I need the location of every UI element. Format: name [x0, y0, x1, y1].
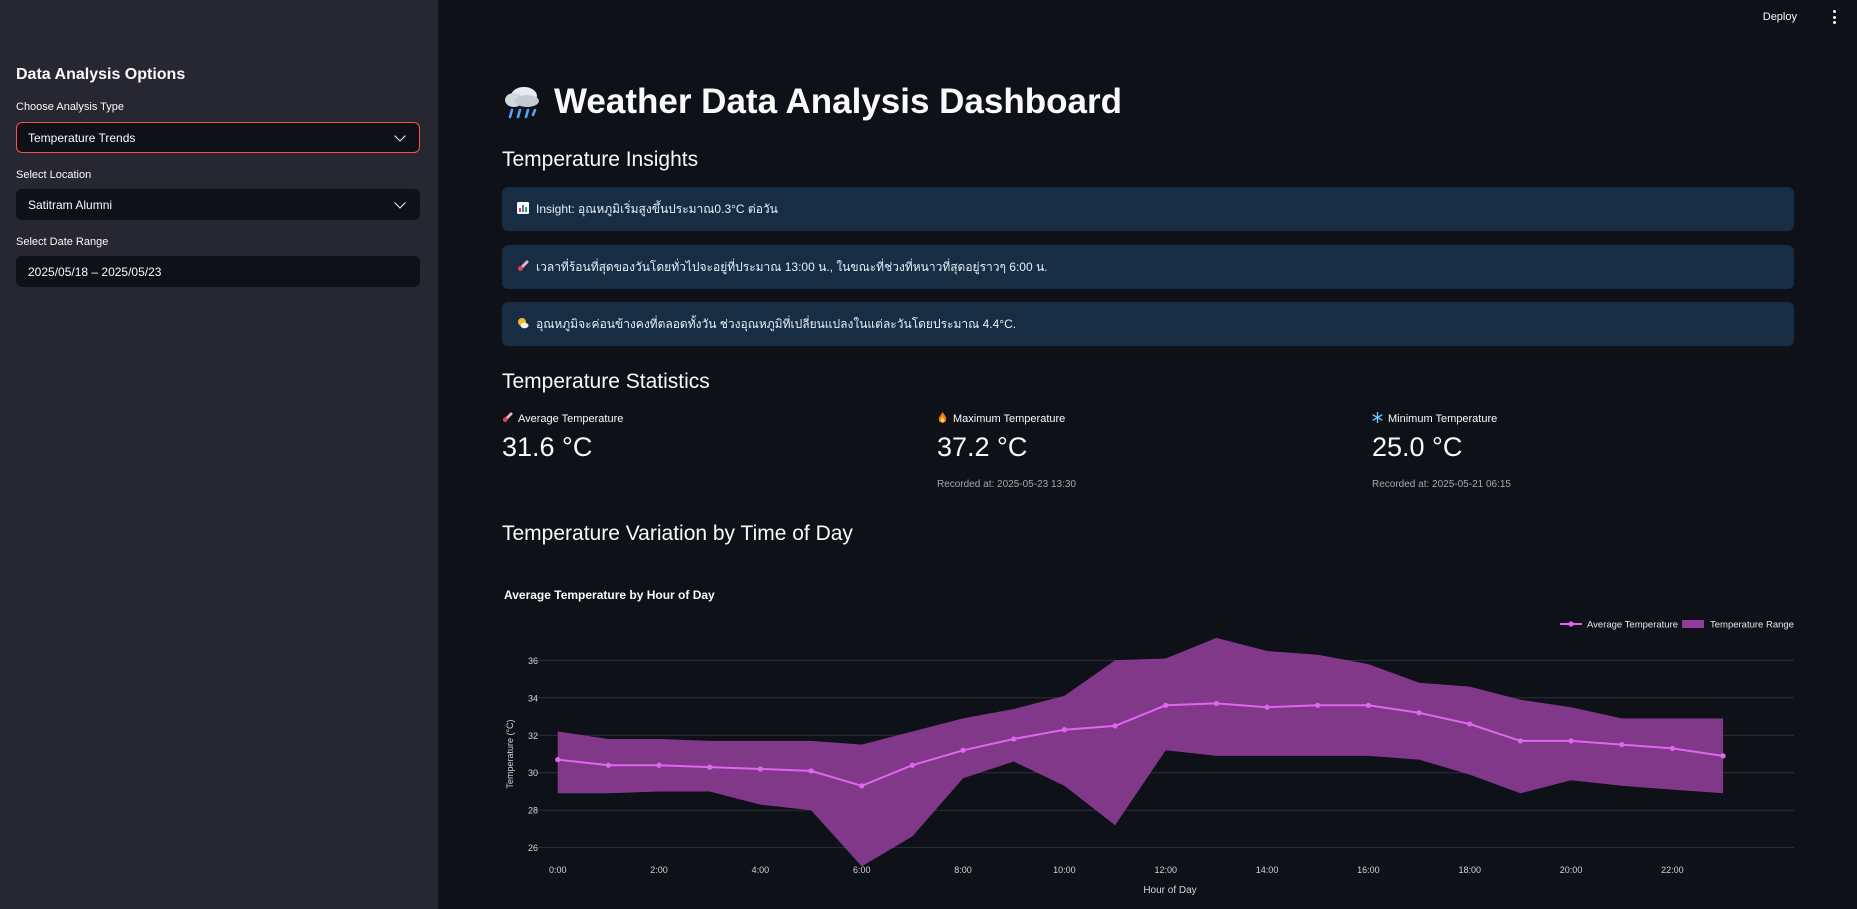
date-range-value: 2025/05/18 – 2025/05/23 — [28, 264, 162, 279]
data-point — [1619, 742, 1625, 748]
x-tick-label: 20:00 — [1560, 865, 1583, 875]
temperature-range-band — [557, 637, 1724, 867]
page-title: Weather Data Analysis Dashboard — [502, 82, 1122, 122]
y-tick-label: 30 — [528, 768, 538, 778]
metric-average: Average Temperature 31.6 °C — [502, 412, 922, 463]
insight-text: อุณหภูมิจะค่อนข้างคงที่ตลอดทั้งวัน ช่วงอ… — [536, 316, 1017, 331]
x-tick-label: 8:00 — [954, 865, 972, 875]
data-point — [1112, 723, 1118, 729]
thermometer-icon — [516, 260, 530, 275]
chart-svg: 26 28 30 32 34 36 0:00 2:00 4:00 6:00 8:00 10:00 12:… — [505, 620, 1794, 896]
chevron-down-icon — [394, 129, 406, 142]
thermometer-icon — [502, 412, 513, 426]
x-tick-label: 10:00 — [1053, 865, 1076, 875]
y-tick-label: 26 — [528, 843, 538, 853]
data-point — [1061, 727, 1067, 733]
insight-box: เวลาที่ร้อนที่สุดของวันโดยทั่วไปจะอยู่ที… — [502, 245, 1794, 289]
metric-note: Recorded at: 2025-05-21 06:15 — [1372, 479, 1511, 490]
page-title-text: Weather Data Analysis Dashboard — [554, 82, 1122, 121]
data-point — [656, 762, 662, 768]
chart-title: Average Temperature by Hour of Day — [504, 588, 715, 602]
x-tick-label: 12:00 — [1154, 865, 1177, 875]
data-point — [1011, 736, 1017, 742]
y-tick-label: 32 — [528, 731, 538, 741]
main-menu-icon[interactable] — [1831, 10, 1837, 24]
analysis-type-label: Choose Analysis Type — [16, 101, 125, 113]
data-point — [1315, 702, 1321, 708]
bar-chart-icon — [516, 201, 530, 217]
data-point — [707, 764, 713, 770]
deploy-button[interactable]: Deploy — [1763, 11, 1797, 23]
data-point — [757, 766, 763, 772]
legend-label: Average Temperature — [1587, 620, 1678, 631]
x-axis-title: Hour of Day — [1143, 885, 1196, 896]
data-point — [1720, 753, 1726, 759]
data-point — [808, 768, 814, 774]
x-tick-label: 2:00 — [650, 865, 668, 875]
data-point — [1568, 738, 1574, 744]
cloud-rain-icon — [502, 82, 542, 122]
x-tick-label: 0:00 — [549, 865, 567, 875]
date-range-label: Select Date Range — [16, 236, 109, 248]
insight-text: เวลาที่ร้อนที่สุดของวันโดยทั่วไปจะอยู่ที… — [536, 259, 1048, 274]
data-point — [555, 757, 561, 763]
metric-label: Maximum Temperature — [953, 413, 1066, 425]
data-point — [1669, 745, 1675, 751]
fire-icon — [937, 412, 948, 426]
chevron-down-icon — [394, 196, 406, 209]
y-tick-label: 34 — [528, 693, 538, 703]
statistics-heading: Temperature Statistics — [502, 370, 710, 393]
date-range-input[interactable]: 2025/05/18 – 2025/05/23 — [16, 256, 420, 287]
x-tick-label: 6:00 — [853, 865, 871, 875]
variation-heading: Temperature Variation by Time of Day — [502, 522, 853, 545]
x-tick-label: 4:00 — [752, 865, 770, 875]
data-point — [1517, 738, 1523, 744]
data-point — [960, 747, 966, 753]
metric-label: Average Temperature — [518, 413, 624, 425]
data-point — [1467, 721, 1473, 727]
data-point — [605, 762, 611, 768]
sun-cloud-icon — [516, 317, 530, 332]
data-point — [1213, 700, 1219, 707]
snowflake-icon — [1372, 411, 1383, 426]
insight-box: Insight: อุณหภูมิเริ่มสูงขึ้นประมาณ0.3°C… — [502, 187, 1794, 231]
data-point — [1163, 702, 1169, 708]
sidebar: Data Analysis Options Choose Analysis Ty… — [0, 0, 438, 909]
data-point — [1264, 704, 1270, 710]
x-tick-label: 16:00 — [1357, 865, 1380, 875]
metric-maximum: Maximum Temperature 37.2 °C Recorded at:… — [937, 412, 1357, 490]
metric-note: Recorded at: 2025-05-23 13:30 — [937, 479, 1076, 490]
data-point — [859, 783, 865, 789]
y-axis-title: Temperature (°C) — [505, 719, 515, 788]
metric-value: 37.2 °C — [937, 432, 1028, 462]
metric-minimum: Minimum Temperature 25.0 °C Recorded at:… — [1372, 411, 1792, 490]
metric-value: 31.6 °C — [502, 432, 593, 462]
insight-box: อุณหภูมิจะค่อนข้างคงที่ตลอดทั้งวัน ช่วงอ… — [502, 302, 1794, 346]
data-point — [1416, 710, 1422, 716]
insights-heading: Temperature Insights — [502, 148, 699, 171]
y-tick-label: 36 — [528, 656, 538, 666]
sidebar-title: Data Analysis Options — [16, 66, 186, 83]
data-point — [909, 762, 915, 768]
y-tick-label: 28 — [528, 806, 538, 816]
x-tick-label: 14:00 — [1256, 865, 1279, 875]
analysis-type-value: Temperature Trends — [28, 130, 136, 145]
metric-value: 25.0 °C — [1372, 432, 1463, 462]
legend-band-swatch — [1682, 620, 1704, 628]
analysis-type-select[interactable]: Temperature Trends — [16, 122, 420, 153]
insight-text: Insight: อุณหภูมิเริ่มสูงขึ้นประมาณ0.3°C… — [536, 201, 778, 216]
x-tick-label: 18:00 — [1458, 865, 1481, 875]
location-value: Satitram Alumni — [28, 197, 113, 212]
metric-label: Minimum Temperature — [1388, 413, 1498, 425]
data-point — [1365, 702, 1371, 708]
legend-line-marker — [1568, 621, 1574, 627]
legend-label: Temperature Range — [1710, 620, 1794, 631]
location-label: Select Location — [16, 169, 92, 181]
temperature-chart: Average Temperature by Hour of Day 26 28 3… — [502, 580, 1794, 909]
location-select[interactable]: Satitram Alumni — [16, 189, 420, 220]
x-tick-label: 22:00 — [1661, 865, 1684, 875]
